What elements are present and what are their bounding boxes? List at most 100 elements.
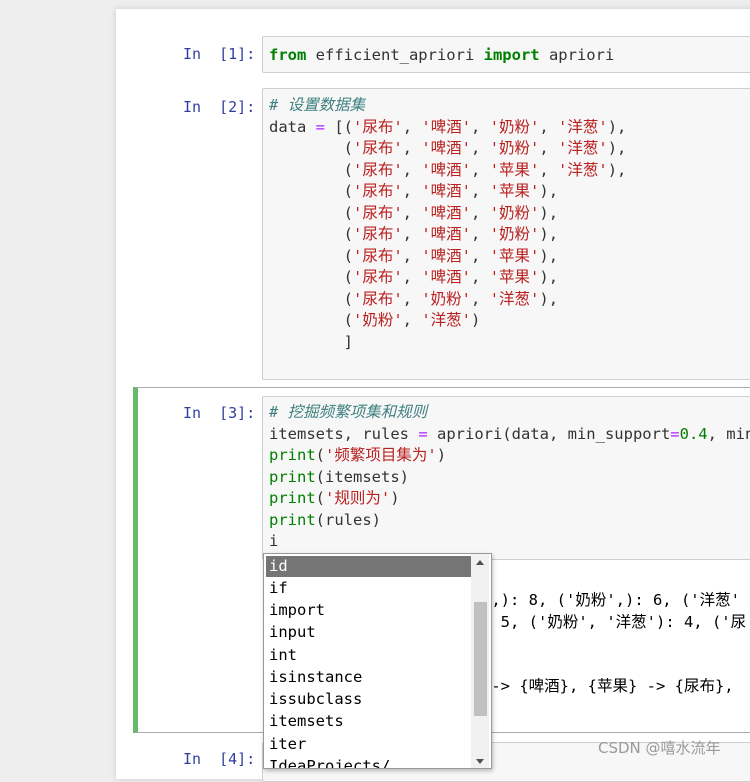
code-token: print bbox=[269, 510, 316, 529]
code-token: '苹果' bbox=[489, 182, 540, 200]
code-token: '频繁项目集为' bbox=[325, 446, 437, 464]
code-token: '尿布' bbox=[353, 203, 403, 222]
code-token: '奶粉' bbox=[489, 203, 540, 222]
completer-item[interactable]: if bbox=[266, 578, 473, 599]
code-token: print bbox=[269, 467, 316, 486]
code-line: i bbox=[269, 531, 278, 553]
completer-item[interactable]: iter bbox=[266, 734, 473, 755]
cell-1-input[interactable]: from efficient_apriori import apriori bbox=[262, 36, 750, 73]
code-token: ( bbox=[269, 268, 353, 286]
scroll-down-icon[interactable] bbox=[476, 759, 484, 764]
completer-item[interactable]: input bbox=[266, 622, 473, 643]
code-token: = bbox=[315, 117, 326, 136]
code-token: '奶粉' bbox=[353, 311, 403, 329]
code-token: , bbox=[402, 139, 422, 157]
code-token: ( bbox=[269, 139, 353, 157]
watermark: CSDN @嘻水流年 bbox=[598, 739, 721, 757]
code-token: = bbox=[418, 424, 428, 443]
completer-item[interactable]: import bbox=[266, 600, 473, 621]
code-token: '奶粉' bbox=[489, 117, 540, 136]
code-token: '苹果' bbox=[489, 160, 540, 179]
code-token: = bbox=[670, 424, 680, 443]
code-line: ('尿布', '啤酒', '苹果'), bbox=[269, 181, 558, 203]
completer-item[interactable]: itemsets bbox=[266, 711, 473, 732]
code-token: , bbox=[471, 268, 490, 286]
code-token: '尿布' bbox=[353, 117, 403, 136]
completer-item[interactable]: issubclass bbox=[266, 689, 473, 710]
code-token: '尿布' bbox=[353, 246, 403, 265]
completer-item[interactable]: id bbox=[266, 556, 473, 577]
code-token: apriori bbox=[539, 46, 615, 64]
code-line: print('频繁项目集为') bbox=[269, 445, 446, 467]
code-token: '尿布' bbox=[353, 268, 403, 286]
code-token: ( bbox=[269, 225, 353, 243]
code-token: [( bbox=[325, 117, 354, 136]
scroll-up-icon[interactable] bbox=[476, 560, 484, 565]
code-token: itemsets, rules bbox=[269, 424, 419, 443]
code-token: ), bbox=[539, 268, 559, 286]
code-token: '啤酒' bbox=[421, 139, 472, 157]
cell-3-input[interactable]: # 挖掘频繁项集和规则 itemsets, rules = apriori(dat… bbox=[262, 396, 750, 560]
code-token: '尿布' bbox=[353, 182, 403, 200]
code-token: ( bbox=[269, 311, 353, 329]
code-line: print(rules) bbox=[269, 510, 381, 532]
code-token: print bbox=[269, 446, 316, 464]
code-token: , bbox=[539, 139, 559, 157]
cell-3-prompt: In [3]: bbox=[183, 404, 256, 422]
cell-2-prompt: In [2]: bbox=[183, 98, 256, 116]
code-line: from efficient_apriori import apriori bbox=[269, 45, 614, 67]
code-token: ( bbox=[269, 160, 353, 179]
code-line: ('尿布', '啤酒', '奶粉'), bbox=[269, 203, 558, 225]
code-token: data bbox=[269, 117, 316, 136]
code-token: '奶粉' bbox=[489, 225, 540, 243]
code-token: ), bbox=[607, 160, 627, 179]
code-line: ('尿布', '啤酒', '奶粉', '洋葱'), bbox=[269, 138, 627, 160]
code-token: '奶粉' bbox=[421, 289, 472, 308]
code-token: '尿布' bbox=[353, 160, 403, 179]
completer-scrollbar[interactable] bbox=[471, 554, 489, 768]
code-token: , bbox=[402, 117, 422, 136]
code-token: , min_c bbox=[707, 424, 750, 443]
autocomplete-dropdown[interactable]: id if import input int isinstance issubc… bbox=[263, 553, 492, 769]
code-token: 0.4 bbox=[679, 424, 708, 443]
code-token: i bbox=[269, 532, 279, 550]
code-token: ), bbox=[607, 139, 627, 157]
code-line: ] bbox=[269, 332, 353, 354]
completer-item[interactable]: isinstance bbox=[266, 667, 473, 688]
code-token: '苹果' bbox=[489, 268, 540, 286]
code-token: # 挖掘频繁项集和规则 bbox=[269, 403, 428, 421]
code-line: ('奶粉', '洋葱') bbox=[269, 310, 481, 332]
code-token: '尿布' bbox=[353, 139, 403, 157]
code-token: '啤酒' bbox=[421, 182, 472, 200]
code-token: , bbox=[471, 160, 490, 179]
code-token: '洋葱' bbox=[421, 311, 472, 329]
cell-2-input[interactable]: # 设置数据集 data = [('尿布', '啤酒', '奶粉', '洋葱'),… bbox=[262, 88, 750, 380]
code-line: ('尿布', '啤酒', '苹果', '洋葱'), bbox=[269, 160, 627, 182]
code-token: # 设置数据集 bbox=[269, 96, 366, 114]
code-token: '啤酒' bbox=[421, 117, 472, 136]
code-token: '苹果' bbox=[489, 246, 540, 265]
code-token: ( bbox=[269, 182, 353, 200]
completer-item[interactable]: IdeaProjects/ bbox=[266, 756, 473, 768]
code-token: '啤酒' bbox=[421, 203, 472, 222]
code-token: ] bbox=[269, 332, 353, 351]
code-line: # 设置数据集 bbox=[269, 95, 365, 117]
code-token: efficient_apriori bbox=[306, 46, 484, 64]
completer-item[interactable]: int bbox=[266, 645, 473, 666]
code-line: itemsets, rules = apriori(data, min_supp… bbox=[269, 424, 750, 446]
code-token: , bbox=[402, 203, 422, 222]
code-token: , bbox=[471, 182, 490, 200]
code-token: ( bbox=[269, 289, 353, 308]
code-token: ( bbox=[315, 489, 326, 507]
code-token: , bbox=[402, 160, 422, 179]
code-token: ), bbox=[607, 117, 627, 136]
code-token: , bbox=[402, 225, 422, 243]
code-token: '尿布' bbox=[353, 225, 403, 243]
code-token: '啤酒' bbox=[421, 268, 472, 286]
code-line: ('尿布', '啤酒', '奶粉'), bbox=[269, 224, 558, 246]
code-token: ) bbox=[436, 446, 447, 464]
code-line: # 挖掘频繁项集和规则 bbox=[269, 402, 427, 424]
code-token: ), bbox=[539, 246, 559, 265]
scroll-thumb[interactable] bbox=[474, 602, 487, 716]
output-line-1: ',): 8, ('奶粉',): 6, ('洋葱' bbox=[482, 591, 740, 609]
